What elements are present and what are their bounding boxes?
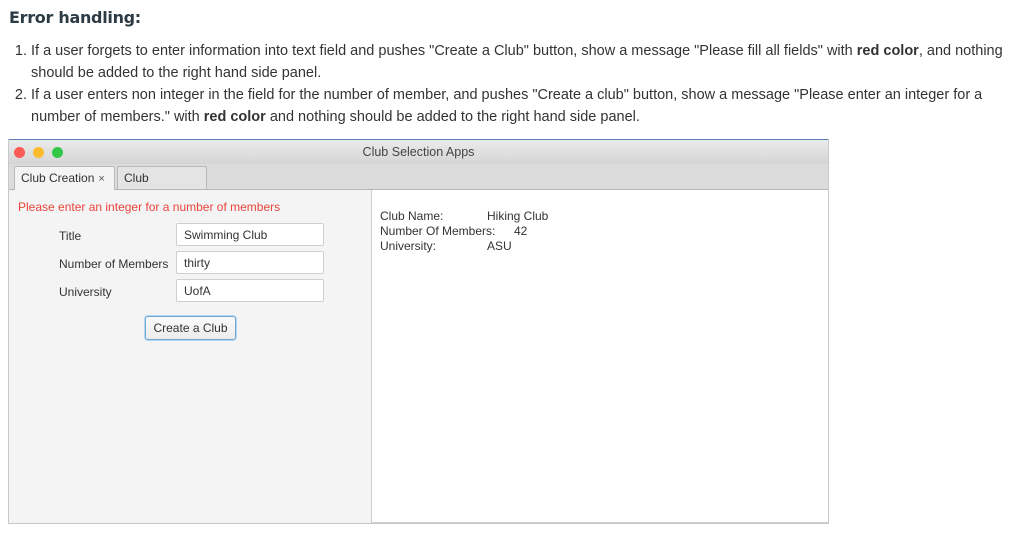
tab-club-selection[interactable]: Club Selection: [117, 166, 207, 208]
instruction-list: If a user forgets to enter information i…: [0, 40, 1011, 128]
create-club-button[interactable]: Create a Club: [145, 316, 236, 340]
app-window: Club Selection Apps Club Creation × Club …: [8, 139, 829, 524]
club-name-value: Hiking Club: [487, 209, 549, 223]
instruction-item-2: If a user enters non integer in the fiel…: [31, 84, 1011, 128]
club-info-panel: Club Name: Hiking Club Number Of Members…: [371, 190, 828, 523]
title-input[interactable]: Swimming Club: [176, 223, 324, 246]
university-input[interactable]: UofA: [176, 279, 324, 302]
close-icon[interactable]: ×: [98, 173, 104, 185]
emphasis: red color: [856, 43, 919, 59]
tab-label: Club Creation: [21, 171, 95, 185]
tab-club-creation[interactable]: Club Creation ×: [14, 166, 115, 190]
error-message: Please enter an integer for a number of …: [18, 200, 281, 214]
university-label: University: [59, 285, 112, 299]
university-value: ASU: [487, 239, 512, 253]
window-title: Club Selection Apps: [362, 145, 475, 159]
title-label: Title: [59, 229, 82, 243]
number-of-members-label: Number of Members: [59, 257, 169, 271]
club-creation-form: Please enter an integer for a number of …: [9, 190, 371, 523]
section-heading: Error handling:: [9, 8, 141, 27]
instruction-item-1: If a user forgets to enter information i…: [31, 40, 1011, 84]
number-of-members-input[interactable]: thirty: [176, 251, 324, 274]
club-name-key: Club Name:: [380, 209, 444, 223]
window-titlebar[interactable]: Club Selection Apps: [9, 139, 828, 165]
emphasis: red color: [203, 109, 266, 125]
members-value: 42: [514, 224, 528, 238]
university-key: University:: [380, 239, 437, 253]
members-key: Number Of Members:: [380, 224, 496, 238]
tab-bar: Club Creation× Club Selection: [9, 164, 828, 208]
